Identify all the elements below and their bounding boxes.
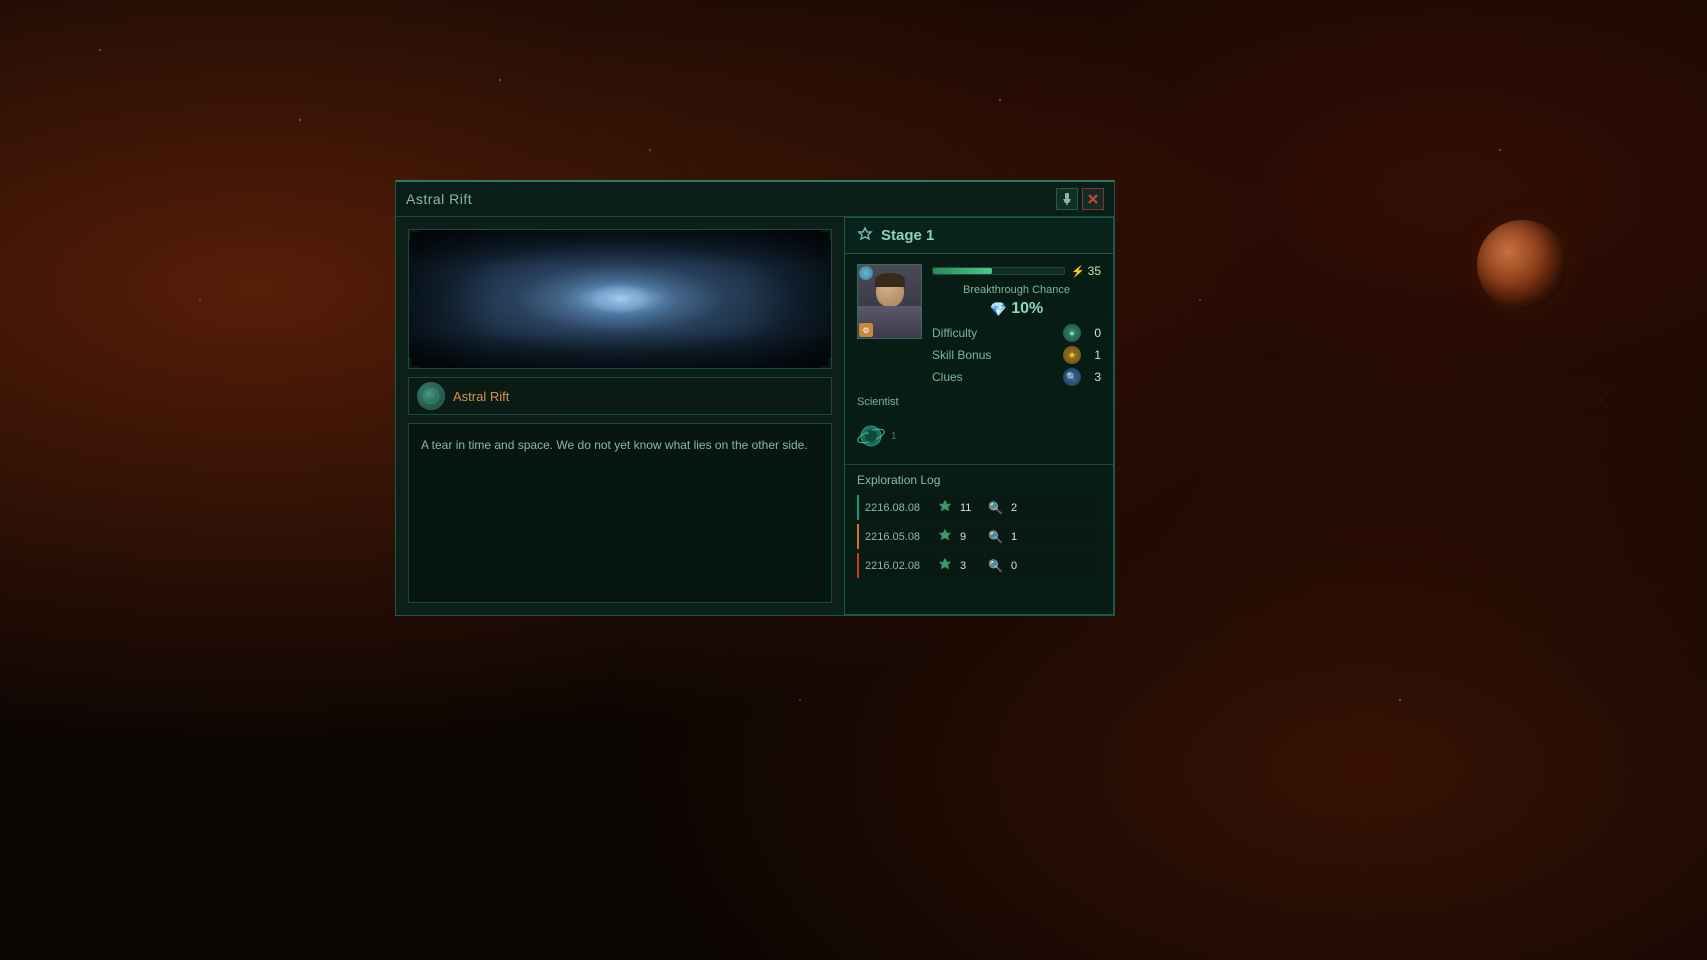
- navigation-planet-icon[interactable]: [857, 422, 885, 450]
- skill-bonus-label: Skill Bonus: [932, 348, 991, 362]
- log-artifact-icon-1: [938, 499, 952, 516]
- log-entry-1: 2216.08.08 11 🔍 2: [857, 495, 1101, 520]
- dialog-titlebar: Astral Rift: [396, 182, 1114, 217]
- log-artifact-value-2: 9: [960, 531, 980, 543]
- log-date-1: 2216.08.08: [865, 502, 930, 514]
- energy-value: 35: [1088, 264, 1101, 278]
- log-title: Exploration Log: [857, 473, 1101, 487]
- scientist-row: ⚙ ⚡ 35: [857, 264, 1101, 386]
- dialog-content-area: Astral Rift A tear in time and space. We…: [396, 217, 1114, 615]
- skill-bonus-row: Skill Bonus ★ 1: [932, 346, 1101, 364]
- planet-row: 1: [857, 418, 1101, 454]
- log-entry-2: 2216.05.08 9 🔍 1: [857, 524, 1101, 549]
- difficulty-value-area: ● 0: [1063, 324, 1101, 342]
- clues-row: Clues 🔍 3: [932, 368, 1101, 386]
- avatar-badge: ⚙: [859, 323, 873, 337]
- energy-icon: ⚡: [1071, 265, 1085, 278]
- planet-icon: [1477, 220, 1567, 310]
- log-search-icon-1: 🔍: [988, 501, 1003, 515]
- skill-bonus-value-area: ★ 1: [1063, 346, 1101, 364]
- difficulty-icon: ●: [1063, 324, 1081, 342]
- avatar-top-badge: [859, 266, 873, 280]
- difficulty-value: 0: [1085, 326, 1101, 340]
- log-date-3: 2216.02.08: [865, 560, 930, 572]
- left-panel: Astral Rift A tear in time and space. We…: [396, 217, 844, 615]
- planet-label: 1: [891, 431, 897, 442]
- clues-value-area: 🔍 3: [1063, 368, 1101, 386]
- breakthrough-percent: 10%: [1011, 300, 1043, 318]
- progress-bar-bg: [932, 267, 1065, 275]
- stats-area: Difficulty ● 0 Skill Bonus ★ 1: [932, 324, 1101, 386]
- location-icon: [417, 382, 445, 410]
- close-button[interactable]: [1082, 188, 1104, 210]
- log-artifact-value-1: 11: [960, 502, 980, 514]
- log-artifact-value-3: 3: [960, 560, 980, 572]
- description-text: A tear in time and space. We do not yet …: [421, 438, 808, 452]
- description-box: A tear in time and space. We do not yet …: [408, 423, 832, 603]
- stage-panel: Stage 1: [844, 217, 1114, 615]
- nebula-image: [408, 229, 832, 369]
- pin-icon: [1060, 192, 1074, 206]
- breakthrough-label: Breakthrough Chance: [932, 284, 1101, 296]
- clues-label: Clues: [932, 370, 963, 384]
- log-search-value-1: 2: [1011, 502, 1017, 514]
- dialog-title: Astral Rift: [406, 191, 472, 207]
- log-artifact-icon-3: [938, 557, 952, 574]
- breakthrough-value: 💎 10%: [932, 300, 1101, 318]
- clues-value: 3: [1085, 370, 1101, 384]
- location-name: Astral Rift: [453, 389, 509, 404]
- difficulty-label: Difficulty: [932, 326, 977, 340]
- scientist-info: ⚡ 35 Breakthrough Chance 💎 10%: [932, 264, 1101, 386]
- difficulty-row: Difficulty ● 0: [932, 324, 1101, 342]
- progress-bar-fill: [933, 268, 992, 274]
- log-artifact-icon-2: [938, 528, 952, 545]
- clues-icon: 🔍: [1063, 368, 1081, 386]
- skill-bonus-icon: ★: [1063, 346, 1081, 364]
- pin-button[interactable]: [1056, 188, 1078, 210]
- log-search-icon-2: 🔍: [988, 530, 1003, 544]
- breakthrough-gem-icon: 💎: [990, 301, 1007, 318]
- stage-icon: [857, 226, 873, 245]
- scientist-avatar: ⚙: [857, 264, 922, 339]
- progress-area: ⚡ 35: [932, 264, 1101, 278]
- log-entry-3: 2216.02.08 3 🔍 0: [857, 553, 1101, 578]
- log-search-icon-3: 🔍: [988, 559, 1003, 573]
- close-icon: [1087, 193, 1099, 205]
- dialog-controls: [1056, 188, 1104, 210]
- stage-title: Stage 1: [881, 227, 934, 244]
- exploration-log: Exploration Log 2216.08.08 11 🔍 2: [845, 464, 1113, 614]
- stage-header: Stage 1: [845, 218, 1113, 254]
- skill-bonus-value: 1: [1085, 348, 1101, 362]
- log-search-value-3: 0: [1011, 560, 1017, 572]
- breakthrough-area: Breakthrough Chance 💎 10%: [932, 284, 1101, 318]
- stage-body: ⚙ ⚡ 35: [845, 254, 1113, 464]
- log-search-value-2: 1: [1011, 531, 1017, 543]
- progress-value: ⚡ 35: [1071, 264, 1101, 278]
- location-bar: Astral Rift: [408, 377, 832, 415]
- main-dialog: Astral Rift: [395, 180, 1115, 616]
- log-entries: 2216.08.08 11 🔍 2 2216.05.08: [857, 495, 1101, 578]
- scientist-label: Scientist: [857, 396, 1101, 408]
- log-date-2: 2216.05.08: [865, 531, 930, 543]
